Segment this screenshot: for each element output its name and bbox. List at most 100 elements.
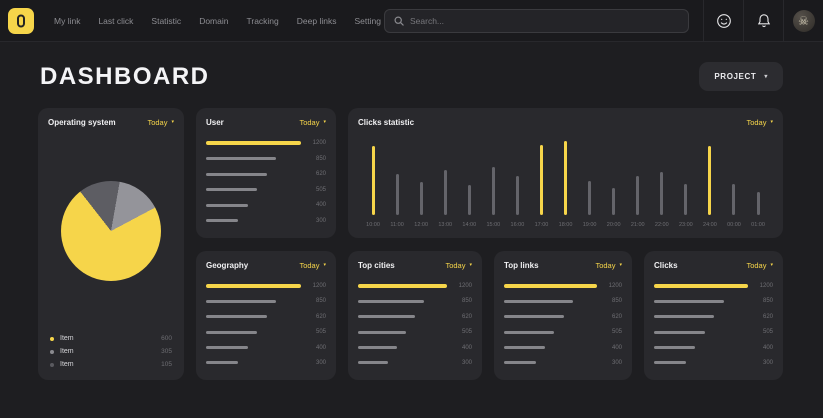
period-label: Today [746,118,766,127]
navbar: My link Last click Statistic Domain Trac… [0,0,823,42]
bar-row: 850 [206,298,326,304]
bar-value: 300 [755,360,773,366]
avatar[interactable]: ☠ [793,10,815,32]
chart-bar [468,185,471,215]
legend-value: 600 [161,335,172,342]
period-select[interactable]: Today ▾ [746,118,773,127]
chevron-down-icon: ▾ [770,120,773,125]
x-tick-label: 24:00 [703,222,717,228]
bar-row: 620 [206,171,326,177]
bar-track [504,331,597,334]
bar-row: 400 [504,345,622,351]
nav-link[interactable]: Deep links [297,16,337,26]
chart-bar [636,176,639,215]
bar [358,361,388,364]
x-tick-label: 19:00 [583,222,597,228]
chart-bar-track [698,137,722,215]
search-box[interactable] [384,9,689,33]
bar [504,361,536,364]
bar [206,173,267,176]
bar-row: 400 [654,345,773,351]
bar [504,346,545,349]
chart-bar-column: 10:00 [361,137,385,228]
bar-value: 1200 [454,283,472,289]
period-select[interactable]: Today ▾ [445,261,472,270]
bar-value: 620 [454,314,472,320]
period-select[interactable]: Today ▾ [299,261,326,270]
card-top-links: Top links Today ▾ 1200 8 [494,251,632,380]
chart-bar [684,184,687,215]
bar-track [654,361,748,364]
chart-bar-track [529,137,553,215]
legend-item: Item 305 [50,348,172,355]
chart-bar-column: 21:00 [626,137,650,228]
card-geography: Geography Today ▾ 1200 8 [196,251,336,380]
bar-value: 850 [755,298,773,304]
chart-bar-track [674,137,698,215]
period-select[interactable]: Today ▾ [299,118,326,127]
bar-track [654,284,748,288]
bar [206,204,248,207]
bar [504,331,554,334]
chart-bar-track [361,137,385,215]
search-input[interactable] [410,16,679,26]
period-select[interactable]: Today ▾ [147,118,174,127]
chart-bar-track [505,137,529,215]
card-head: Top links Today ▾ [504,261,622,270]
bar-row: 850 [358,298,472,304]
bar-row: 300 [206,360,326,366]
card-title: Top links [504,261,539,270]
bar [358,346,397,349]
period-select[interactable]: Today ▾ [595,261,622,270]
bar-value: 505 [454,329,472,335]
x-tick-label: 22:00 [655,222,669,228]
nav-link[interactable]: My link [54,16,80,26]
bar [206,331,257,334]
card-head: Geography Today ▾ [206,261,326,270]
chart-bar [757,192,760,215]
chart-bar [660,172,663,215]
bar-track [206,361,301,364]
app-logo[interactable] [8,8,34,34]
nav-link[interactable]: Setting [354,16,380,26]
chart-bar-track [433,137,457,215]
period-label: Today [299,118,319,127]
project-button[interactable]: PROJECT ▾ [699,62,783,91]
nav-link[interactable]: Tracking [246,16,278,26]
card-user: User Today ▾ 1200 850 [196,108,336,238]
chart-bar [516,176,519,215]
bar [206,157,276,160]
x-tick-label: 10:00 [366,222,380,228]
nav-link[interactable]: Statistic [151,16,181,26]
bar-value: 505 [755,329,773,335]
bar-row: 620 [654,314,773,320]
bar-value: 400 [308,345,326,351]
bar-row: 850 [206,156,326,162]
bar-value: 300 [604,360,622,366]
bar-value: 300 [308,360,326,366]
card-head: Top cities Today ▾ [358,261,472,270]
legend-dot-icon [50,337,54,341]
chart-bar [612,188,615,215]
bar-row: 1200 [206,283,326,289]
notifications-button[interactable] [743,0,783,42]
x-tick-label: 14:00 [462,222,476,228]
period-label: Today [595,261,615,270]
bar-row: 1200 [654,283,773,289]
nav-link[interactable]: Last click [98,16,133,26]
legend-dot-icon [50,350,54,354]
period-select[interactable]: Today ▾ [746,261,773,270]
chart-bar [588,181,591,215]
chart-bar-column: 13:00 [433,137,457,228]
chart-bar-track [578,137,602,215]
card-clicks: Clicks Today ▾ 1200 850 [644,251,783,380]
period-label: Today [147,118,167,127]
user-menu[interactable]: ☠ [783,0,823,42]
bar-row: 505 [206,329,326,335]
bar [206,219,238,222]
bar [206,315,267,318]
page-head: DASHBOARD PROJECT ▾ [0,42,823,108]
emoji-button[interactable] [703,0,743,42]
nav-link[interactable]: Domain [199,16,228,26]
chart-bar-track [481,137,505,215]
